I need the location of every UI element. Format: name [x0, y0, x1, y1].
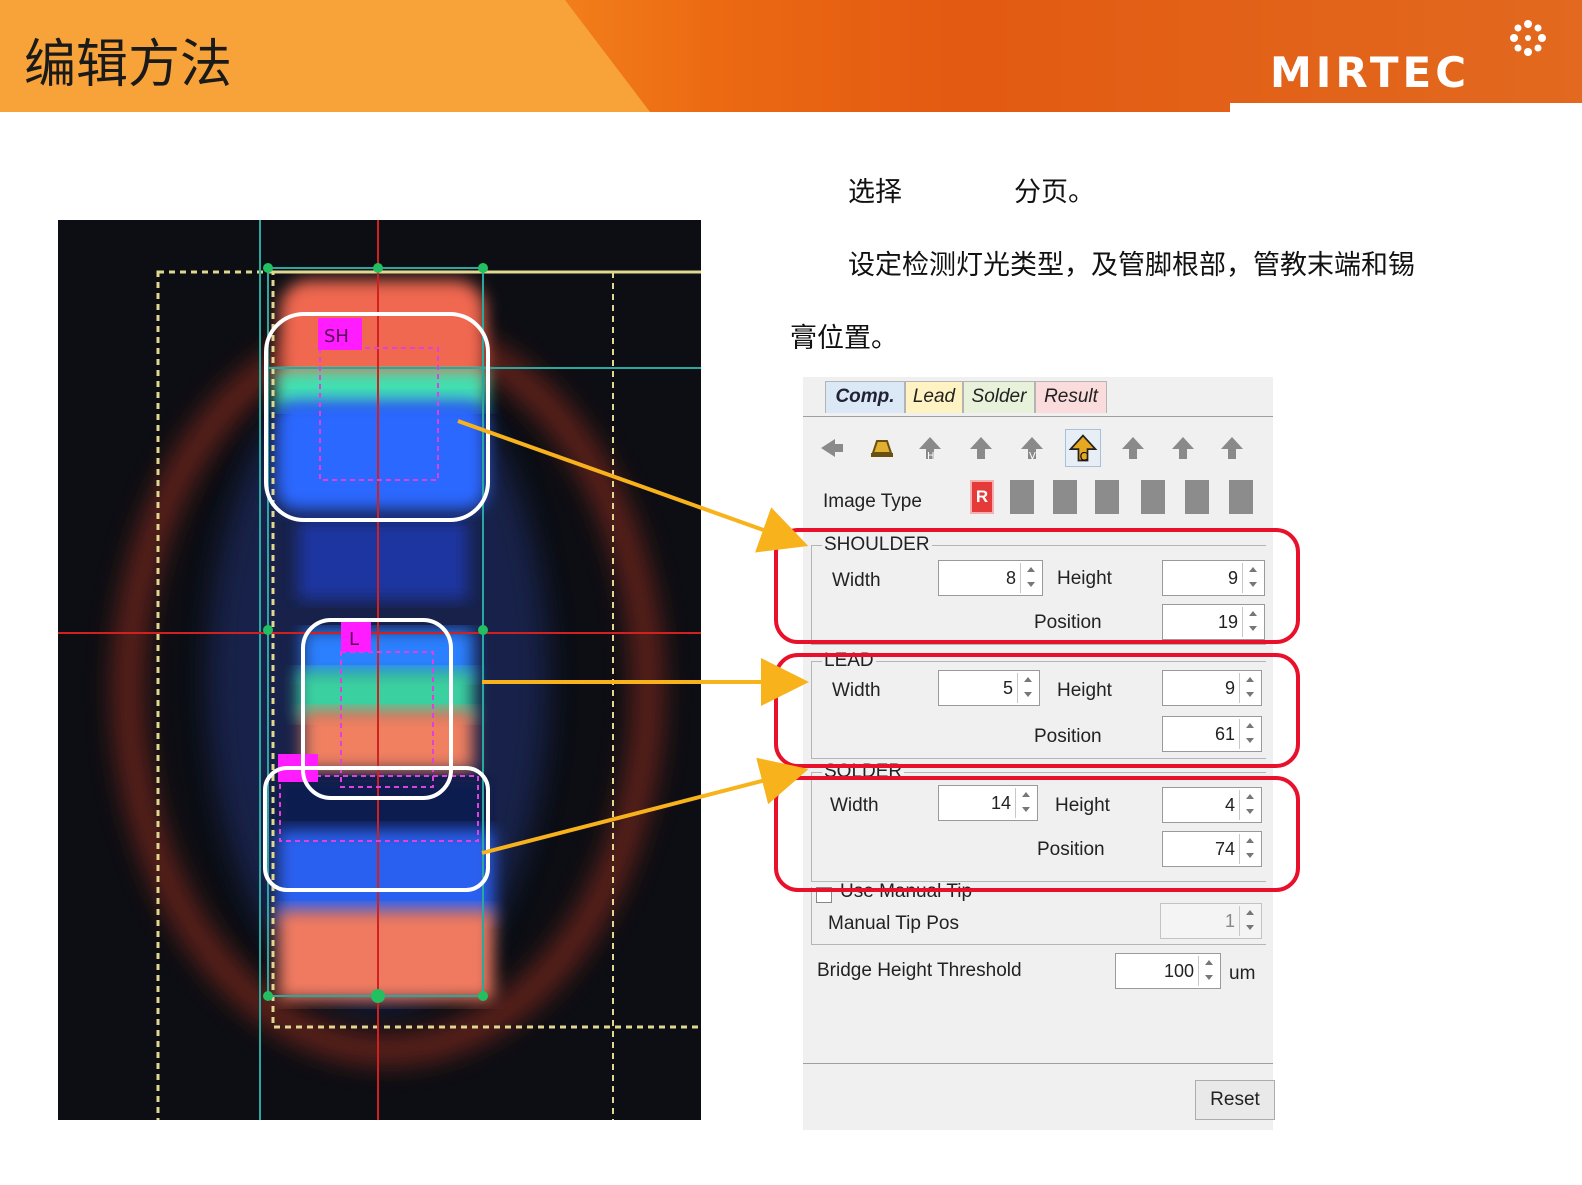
shoulder-height-spinner[interactable]: 9: [1162, 560, 1265, 596]
svg-text:C: C: [1080, 449, 1088, 463]
lead-height-label: Height: [1057, 680, 1112, 701]
lead-position-spinner[interactable]: 61: [1162, 716, 1262, 752]
spinner-arrows-icon[interactable]: [1239, 834, 1259, 864]
manual-tip-pos-spinner[interactable]: 1: [1160, 903, 1262, 939]
snowflake-logo-icon: [1510, 20, 1546, 56]
solder-position-label: Position: [1037, 839, 1105, 860]
image-type-button[interactable]: [1010, 480, 1034, 514]
bell-lamp-icon[interactable]: [867, 433, 897, 463]
arrow-up-icon[interactable]: [1168, 433, 1198, 463]
inspection-settings-panel: Comp. Lead Solder Result H V C Image Typ…: [803, 377, 1275, 1130]
header-banner: 编辑方法 MIRTEC: [0, 0, 1582, 112]
manual-tip-pos-label: Manual Tip Pos: [828, 913, 959, 934]
lead-width-label: Width: [832, 680, 881, 701]
xray-render: SH L: [58, 220, 701, 1120]
spinner-arrows-icon[interactable]: [1239, 719, 1259, 749]
lead-width-spinner[interactable]: 5: [938, 670, 1040, 706]
reset-button[interactable]: Reset: [1195, 1080, 1275, 1120]
shoulder-height-label: Height: [1057, 568, 1112, 589]
shoulder-group: SHOULDER Width 8 Height 9 Position 19: [811, 534, 1266, 645]
xray-image: SH L: [58, 220, 701, 1120]
use-manual-tip-checkbox[interactable]: [816, 887, 832, 903]
lead-position-label: Position: [1034, 726, 1102, 747]
arrow-up-icon[interactable]: [966, 433, 996, 463]
tab-bar: Comp. Lead Solder Result: [803, 377, 1273, 417]
lead-height-spinner[interactable]: 9: [1162, 670, 1262, 706]
arrow-up-icon[interactable]: [1217, 433, 1247, 463]
banner-strip: [1230, 103, 1582, 112]
solder-title: SOLDER: [822, 761, 905, 783]
instruction-line-2: 设定检测灯光类型，及管脚根部，管教末端和锡: [848, 250, 1415, 281]
use-manual-tip-label: Use Manual Tip: [840, 881, 973, 902]
spinner-arrows-icon[interactable]: [1239, 790, 1259, 820]
spinner-arrows-icon[interactable]: [1239, 673, 1259, 703]
shoulder-title: SHOULDER: [822, 534, 932, 556]
image-type-button[interactable]: [1053, 480, 1077, 514]
reset-area: Reset: [803, 1063, 1275, 1130]
tab-lead[interactable]: Lead: [905, 381, 963, 413]
shoulder-width-spinner[interactable]: 8: [938, 560, 1043, 596]
image-type-button[interactable]: [1229, 480, 1253, 514]
instruction-select-suffix: 分页。: [1014, 177, 1095, 208]
image-type-label: Image Type: [823, 491, 922, 512]
brand-logo: MIRTEC: [1270, 48, 1471, 97]
svg-text:V: V: [1029, 451, 1036, 462]
spinner-arrows-icon[interactable]: [1242, 607, 1262, 637]
lead-group: LEAD Width 5 Height 9 Position 61: [811, 650, 1266, 759]
manual-tip-group: Use Manual Tip Manual Tip Pos 1: [811, 881, 1266, 945]
instruction-line-3: 膏位置。: [790, 323, 898, 354]
arrow-h-icon[interactable]: H: [915, 433, 945, 463]
page-title: 编辑方法: [24, 35, 233, 95]
solder-group: SOLDER Width 14 Height 4 Position 74: [811, 761, 1266, 882]
spinner-arrows-icon[interactable]: [1015, 788, 1035, 818]
image-type-button[interactable]: [1185, 480, 1209, 514]
tab-solder[interactable]: Solder: [963, 381, 1035, 413]
instruction-select-prefix: 选择: [848, 177, 902, 208]
image-type-r-button[interactable]: R: [970, 480, 994, 514]
solder-width-label: Width: [830, 795, 879, 816]
tab-comp[interactable]: Comp.: [825, 381, 905, 413]
bridge-height-spinner[interactable]: 100: [1115, 953, 1221, 989]
arrow-v-icon[interactable]: V: [1017, 433, 1047, 463]
marker-shoulder: SH: [324, 326, 349, 347]
back-arrow-icon[interactable]: [817, 433, 847, 463]
image-type-button[interactable]: [1141, 480, 1165, 514]
spinner-arrows-icon[interactable]: [1198, 956, 1218, 986]
tab-result[interactable]: Result: [1035, 381, 1107, 413]
svg-text:H: H: [927, 451, 935, 462]
spinner-arrows-icon[interactable]: [1242, 563, 1262, 593]
image-type-button[interactable]: [1095, 480, 1119, 514]
bridge-height-label: Bridge Height Threshold: [817, 960, 1022, 981]
spinner-arrows-icon[interactable]: [1020, 563, 1040, 593]
solder-width-spinner[interactable]: 14: [938, 785, 1038, 821]
lead-title: LEAD: [822, 650, 876, 672]
shoulder-position-label: Position: [1034, 612, 1102, 633]
solder-height-spinner[interactable]: 4: [1162, 787, 1262, 823]
arrow-c-icon[interactable]: C: [1065, 429, 1101, 467]
shoulder-position-spinner[interactable]: 19: [1162, 604, 1265, 640]
arrow-up-icon[interactable]: [1118, 433, 1148, 463]
shoulder-width-label: Width: [832, 570, 881, 591]
solder-height-label: Height: [1055, 795, 1110, 816]
bridge-height-unit: um: [1229, 963, 1256, 984]
spinner-arrows-icon[interactable]: [1017, 673, 1037, 703]
marker-lead: L: [349, 629, 359, 650]
spinner-arrows-icon[interactable]: [1239, 906, 1259, 936]
solder-position-spinner[interactable]: 74: [1162, 831, 1262, 867]
